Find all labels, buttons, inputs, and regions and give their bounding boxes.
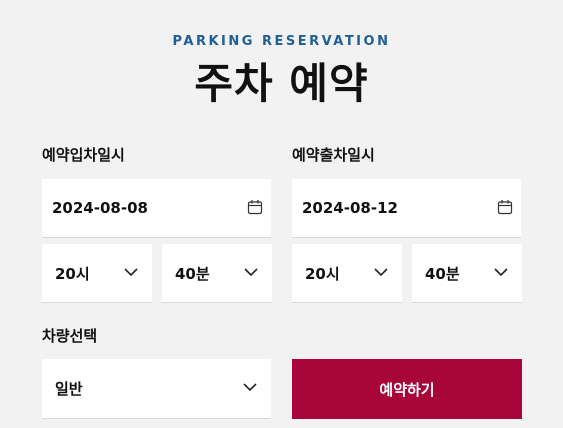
checkin-date-field[interactable]: 2024-08-08 (42, 179, 271, 238)
checkin-label: 예약입차일시 (42, 146, 125, 164)
checkout-hour-select[interactable]: 20시 (292, 244, 402, 303)
checkin-minute-value: 40분 (175, 264, 210, 283)
checkout-label: 예약출차일시 (292, 146, 375, 164)
vehicle-select[interactable]: 일반 (42, 359, 271, 419)
calendar-icon[interactable] (497, 199, 513, 215)
vehicle-label: 차량선택 (42, 327, 98, 345)
checkin-hour-value: 20시 (55, 264, 90, 283)
chevron-down-icon (244, 268, 258, 277)
checkout-hour-value: 20시 (305, 264, 340, 283)
calendar-icon[interactable] (247, 199, 263, 215)
chevron-down-icon (124, 268, 138, 277)
checkout-minute-value: 40분 (425, 264, 460, 283)
chevron-down-icon (494, 268, 508, 277)
checkin-minute-select[interactable]: 40분 (162, 244, 272, 303)
checkout-minute-select[interactable]: 40분 (412, 244, 522, 303)
page-eyebrow: PARKING RESERVATION (172, 34, 391, 49)
vehicle-value: 일반 (55, 380, 83, 398)
checkin-date-value: 2024-08-08 (52, 199, 148, 217)
chevron-down-icon (374, 268, 388, 277)
checkout-date-value: 2024-08-12 (302, 199, 398, 217)
page-title: 주차 예약 (194, 59, 369, 108)
reserve-button[interactable]: 예약하기 (292, 359, 522, 419)
checkout-date-field[interactable]: 2024-08-12 (292, 179, 521, 238)
checkin-hour-select[interactable]: 20시 (42, 244, 152, 303)
chevron-down-icon (243, 383, 257, 392)
